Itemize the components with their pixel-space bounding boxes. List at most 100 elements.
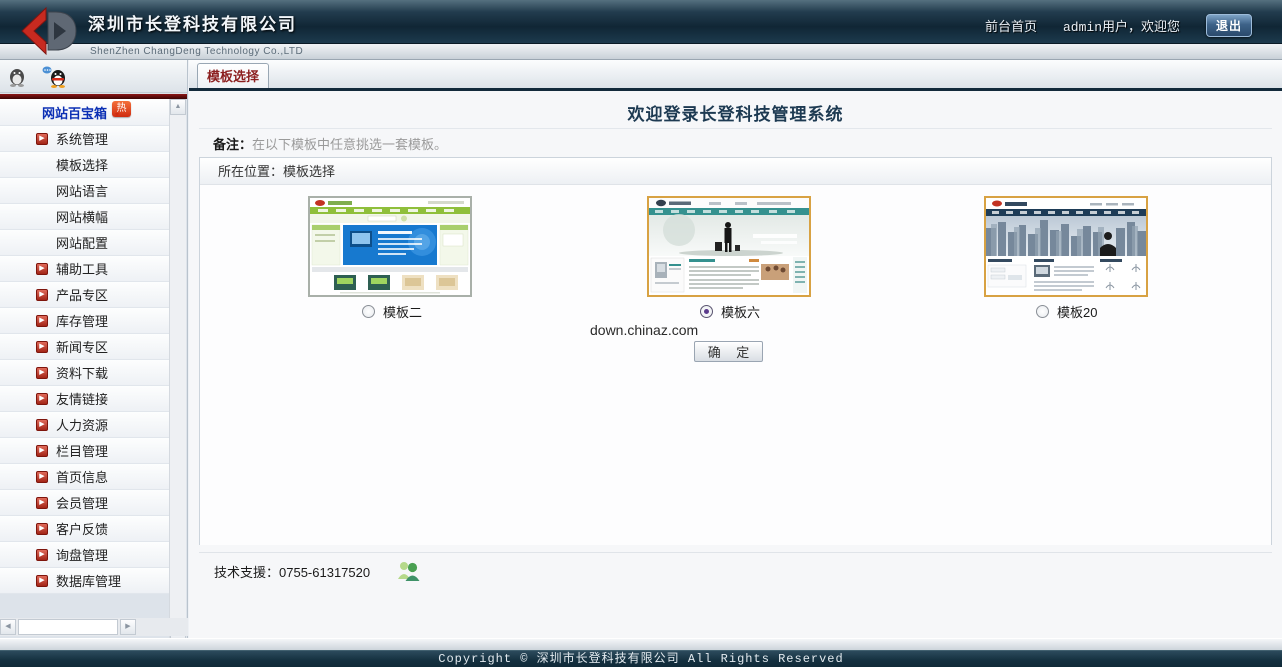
sidebar-item-label: 产品专区 [56, 288, 109, 303]
template-thumbnail-2[interactable] [647, 196, 811, 297]
company-name: 深圳市长登科技有限公司 [88, 15, 297, 34]
sidebar-item-label: 网站配置 [56, 236, 109, 251]
sidebar-menu-item[interactable]: ▶ 系统管理 [0, 126, 170, 152]
radio-button[interactable] [700, 305, 713, 318]
sidebar-menu-item[interactable]: ▶ 模板选择 [0, 152, 170, 178]
page-title: 欢迎登录长登科技管理系统 [627, 105, 844, 124]
sidebar-item-label: 询盘管理 [56, 548, 109, 563]
scroll-right-arrow-icon[interactable]: ▶ [120, 619, 136, 635]
note-row: 备注：在以下模板中任意挑选一套模板。 [213, 134, 447, 153]
template-1-preview [310, 198, 470, 295]
note-text: 在以下模板中任意挑选一套模板。 [252, 137, 448, 152]
sidebar-menu-item[interactable]: ▶ 网站配置 [0, 230, 170, 256]
sidebar-item-label: 资料下载 [56, 366, 109, 381]
logout-button[interactable]: 退出 [1206, 14, 1252, 37]
red-arrow-icon: ▶ [36, 574, 48, 587]
sidebar-menu-item[interactable]: ▶ 友情链接 [0, 386, 170, 412]
sidebar-menu-item[interactable]: ▶ 辅助工具 [0, 256, 170, 282]
sidebar-menu-item[interactable]: ▶ 栏目管理 [0, 438, 170, 464]
template-label: 模板20 [1057, 305, 1098, 320]
qq-color-icon[interactable] [42, 66, 68, 88]
main-content: 模板选择 欢迎登录长登科技管理系统 备注：在以下模板中任意挑选一套模板。 所在位… [189, 60, 1282, 638]
tab-bar: 模板选择 [189, 60, 1282, 91]
sidebar-icon-bar [0, 60, 187, 93]
breadcrumb: 所在位置：模板选择 [200, 158, 1271, 185]
sidebar-menu-item[interactable]: ▶ 询盘管理 [0, 542, 170, 568]
sidebar: 网站百宝箱 热 ▶ 系统管理 ▶ 模板选择 ▶ 网站语言 [0, 60, 188, 651]
radio-button[interactable] [1036, 305, 1049, 318]
sidebar-item-label: 友情链接 [56, 392, 109, 407]
toolbox-label: 网站百宝箱 [42, 105, 108, 121]
template-panel: 所在位置：模板选择 模板二 模板六 模板20 down.chinaz.com 确… [199, 157, 1272, 545]
front-page-link[interactable]: 前台首页 [985, 16, 1037, 35]
msn-messenger-icon[interactable] [396, 559, 422, 583]
sidebar-item-label: 库存管理 [56, 314, 109, 329]
qq-gray-icon[interactable] [8, 66, 26, 87]
sidebar-menu-item[interactable]: ▶ 数据库管理 [0, 568, 170, 594]
divider [199, 552, 1272, 553]
confirm-button[interactable]: 确 定 [694, 341, 763, 362]
sidebar-vertical-scrollbar[interactable]: ▲ ▼ [169, 99, 186, 651]
sidebar-item-label: 会员管理 [56, 496, 109, 511]
template-option-2[interactable]: 模板六 [700, 302, 760, 321]
sidebar-menu-item[interactable]: ▶ 网站语言 [0, 178, 170, 204]
template-option-3[interactable]: 模板20 [1036, 302, 1097, 321]
sidebar-item-toolbox[interactable]: 网站百宝箱 热 [0, 99, 170, 126]
template-3-preview [986, 198, 1146, 295]
sidebar-item-label: 系统管理 [56, 132, 109, 147]
company-name-en: ShenZhen ChangDeng Technology Co.,LTD [90, 46, 304, 57]
sidebar-item-label: 模板选择 [56, 158, 109, 173]
template-area: 模板二 模板六 模板20 down.chinaz.com 确 定 [200, 185, 1271, 545]
sidebar-item-label: 网站横幅 [56, 210, 109, 225]
sidebar-item-label: 首页信息 [56, 470, 109, 485]
sidebar-item-label: 栏目管理 [56, 444, 109, 459]
radio-button[interactable] [362, 305, 375, 318]
watermark-text: down.chinaz.com [590, 322, 699, 338]
red-arrow-icon: ▶ [36, 262, 48, 275]
hot-badge: 热 [112, 101, 131, 117]
red-arrow-icon: ▶ [36, 314, 48, 327]
footer-bar: Copyright © 深圳市长登科技有限公司 All Rights Reser… [0, 650, 1282, 667]
red-arrow-icon: ▶ [36, 366, 48, 379]
red-arrow-icon: ▶ [36, 340, 48, 353]
template-2-preview [649, 198, 809, 295]
divider [199, 128, 1272, 129]
sidebar-menu-item[interactable]: ▶ 人力资源 [0, 412, 170, 438]
sidebar-item-label: 辅助工具 [56, 262, 109, 277]
copyright-text: Copyright © 深圳市长登科技有限公司 All Rights Reser… [438, 652, 844, 666]
sidebar-menu-item[interactable]: ▶ 资料下载 [0, 360, 170, 386]
red-arrow-icon: ▶ [36, 418, 48, 431]
red-arrow-icon: ▶ [36, 132, 48, 145]
bottom-strip [0, 638, 1282, 650]
scrollbar-track[interactable] [18, 619, 118, 635]
sidebar-menu-item[interactable]: ▶ 产品专区 [0, 282, 170, 308]
sidebar-item-label: 网站语言 [56, 184, 109, 199]
sidebar-menu-item[interactable]: ▶ 客户反馈 [0, 516, 170, 542]
red-arrow-icon: ▶ [36, 470, 48, 483]
sidebar-item-label: 人力资源 [56, 418, 109, 433]
sidebar-menu: 网站百宝箱 热 ▶ 系统管理 ▶ 模板选择 ▶ 网站语言 [0, 99, 170, 594]
company-logo-icon [21, 6, 77, 56]
template-label: 模板二 [383, 305, 423, 320]
template-thumbnail-3[interactable] [984, 196, 1148, 297]
template-thumbnail-1[interactable] [308, 196, 472, 297]
template-option-1[interactable]: 模板二 [362, 302, 422, 321]
scroll-up-arrow-icon[interactable]: ▲ [170, 99, 186, 115]
red-arrow-icon: ▶ [36, 548, 48, 561]
sidebar-menu-item[interactable]: ▶ 新闻专区 [0, 334, 170, 360]
tab-template-select[interactable]: 模板选择 [197, 63, 269, 88]
sidebar-horizontal-scrollbar[interactable]: ◀ ▶ [0, 618, 188, 636]
scroll-left-arrow-icon[interactable]: ◀ [0, 619, 16, 635]
template-label: 模板六 [721, 305, 761, 320]
red-arrow-icon: ▶ [36, 288, 48, 301]
support-row: 技术支援：0755-61317520 [214, 559, 422, 583]
support-text: 技术支援：0755-61317520 [214, 564, 371, 580]
sidebar-menu-item[interactable]: ▶ 库存管理 [0, 308, 170, 334]
welcome-text: admin用户，欢迎您 [1062, 20, 1180, 35]
sidebar-menu-item[interactable]: ▶ 首页信息 [0, 464, 170, 490]
red-arrow-icon: ▶ [36, 392, 48, 405]
sidebar-menu-item[interactable]: ▶ 网站横幅 [0, 204, 170, 230]
sidebar-item-label: 数据库管理 [56, 574, 122, 589]
sidebar-menu-item[interactable]: ▶ 会员管理 [0, 490, 170, 516]
red-arrow-icon: ▶ [36, 522, 48, 535]
